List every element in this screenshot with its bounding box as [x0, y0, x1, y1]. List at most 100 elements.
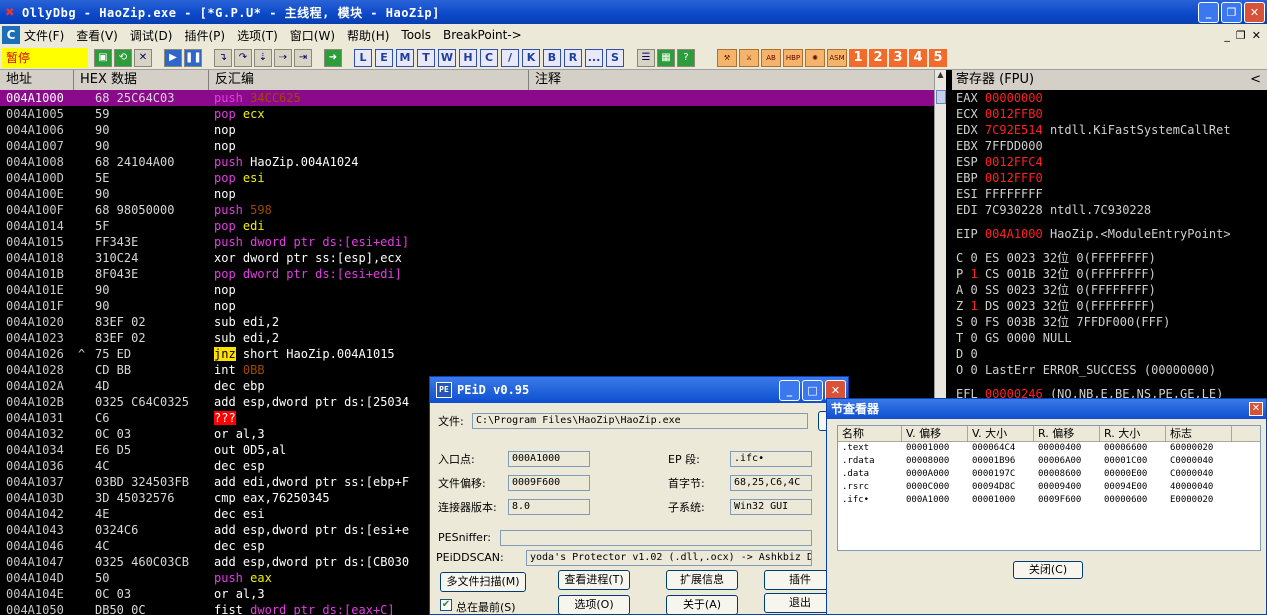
disasm-row[interactable]: 004A101F 90 nop: [0, 298, 934, 314]
disasm-row[interactable]: 004A100E 90 nop: [0, 186, 934, 202]
register-esp[interactable]: ESP 0012FFC4: [952, 154, 1267, 170]
plugin-tool-5-icon[interactable]: ✺: [805, 48, 825, 67]
cpu-window-button[interactable]: C: [480, 48, 498, 67]
step-over-icon[interactable]: ↷: [234, 48, 252, 67]
disasm-row[interactable]: 004A1015 FF343E push dword ptr ds:[esi+edi…: [0, 234, 934, 250]
log-window-button[interactable]: L: [354, 48, 372, 67]
call-stack-window-button[interactable]: K: [522, 48, 540, 67]
pesniffer-field[interactable]: [500, 530, 812, 546]
flag-s[interactable]: S 0 FS 003B 32位 7FFDF000(FFF): [952, 314, 1267, 330]
breakpoints-window-button[interactable]: B: [543, 48, 561, 67]
plugin-tool-2-icon[interactable]: ⚔: [739, 48, 759, 67]
section-row[interactable]: .rsrc 0000C000 00094D8C 00009400 00094E00 400…: [838, 481, 1260, 494]
restore-button[interactable]: ❐: [1221, 1, 1242, 23]
register-eax[interactable]: EAX 00000000: [952, 90, 1267, 106]
goto-icon[interactable]: ➜: [324, 48, 342, 67]
section-col-roffset[interactable]: R. 偏移: [1034, 426, 1100, 441]
flag-d[interactable]: D 0: [952, 346, 1267, 362]
bookmark-1-button[interactable]: 1: [849, 48, 867, 67]
section-close-button[interactable]: 关闭(C): [1013, 561, 1083, 579]
scroll-up-icon[interactable]: ▲: [935, 70, 946, 84]
menu-help[interactable]: 帮助(H): [347, 27, 389, 44]
menu-view[interactable]: 查看(V): [76, 27, 118, 44]
menu-breakpoint[interactable]: BreakPoint->: [443, 28, 522, 42]
handles-window-button[interactable]: H: [459, 48, 477, 67]
plugin-tool-3-icon[interactable]: AB: [761, 48, 781, 67]
run-icon[interactable]: ▶: [164, 48, 182, 67]
disasm-row[interactable]: 004A1023 83EF 02 sub edi,2: [0, 330, 934, 346]
minimize-button[interactable]: _: [1198, 1, 1219, 23]
bookmark-4-button[interactable]: 4: [909, 48, 927, 67]
flag-t[interactable]: T 0 GS 0000 NULL: [952, 330, 1267, 346]
flag-c[interactable]: C 0 ES 0023 32位 0(FFFFFFFF): [952, 250, 1267, 266]
bookmark-3-button[interactable]: 3: [889, 48, 907, 67]
run-trace-window-button[interactable]: ...: [585, 48, 603, 67]
ep-section-field[interactable]: .ifc•: [730, 451, 812, 467]
plugin-tool-1-icon[interactable]: ⚒: [717, 48, 737, 67]
entry-point-field[interactable]: 000A1000: [508, 451, 590, 467]
patches-window-button[interactable]: /: [501, 48, 519, 67]
references-window-button[interactable]: R: [564, 48, 582, 67]
step-into-icon[interactable]: ↴: [214, 48, 232, 67]
open-icon[interactable]: ▣: [94, 48, 112, 67]
multi-scan-button[interactable]: 多文件扫描(M): [440, 572, 526, 592]
column-hex[interactable]: HEX 数据: [74, 70, 209, 90]
section-row[interactable]: .text 00001000 000064C4 00000400 00006600 600…: [838, 442, 1260, 455]
menu-tools[interactable]: Tools: [401, 28, 431, 42]
section-row[interactable]: .ifc• 000A1000 00001000 0009F600 00000600 E00…: [838, 494, 1260, 507]
disasm-row[interactable]: 004A1005 59 pop ecx: [0, 106, 934, 122]
menu-debug[interactable]: 调试(D): [130, 27, 173, 44]
disasm-row[interactable]: 004A100D 5E pop esi: [0, 170, 934, 186]
registers-header[interactable]: 寄存器 (FPU) <: [952, 70, 1267, 90]
register-edi[interactable]: EDI 7C930228 ntdll.7C930228: [952, 202, 1267, 218]
register-ebx[interactable]: EBX 7FFDD000: [952, 138, 1267, 154]
section-list[interactable]: 名称 V. 偏移 V. 大小 R. 偏移 R. 大小 标志 .text 00001…: [837, 425, 1261, 551]
restart-icon[interactable]: ⟲: [114, 48, 132, 67]
mdi-close-icon[interactable]: ✕: [1252, 29, 1261, 42]
section-col-voffset[interactable]: V. 偏移: [902, 426, 968, 441]
peid-maximize-button[interactable]: □: [802, 379, 823, 401]
cpu-window-icon[interactable]: C: [2, 26, 20, 44]
register-eip[interactable]: EIP 004A1000 HaoZip.<ModuleEntryPoint>: [952, 226, 1267, 242]
first-bytes-field[interactable]: 68,25,C6,4C: [730, 475, 812, 491]
trace-into-icon[interactable]: ⇣: [254, 48, 272, 67]
scrollbar-thumb[interactable]: [936, 90, 946, 104]
close-button[interactable]: ✕: [1244, 1, 1265, 23]
list-icon[interactable]: ☰: [637, 48, 655, 67]
hardware-breakpoint-icon[interactable]: HBP: [783, 48, 803, 67]
disasm-row[interactable]: 004A1026 ^ 75 ED jnz short HaoZip.004A1015: [0, 346, 934, 362]
options-button[interactable]: 选项(O): [558, 595, 630, 615]
section-col-rsize[interactable]: R. 大小: [1100, 426, 1166, 441]
about-button[interactable]: 关于(A): [666, 595, 738, 615]
register-ecx[interactable]: ECX 0012FFB0: [952, 106, 1267, 122]
extended-info-button[interactable]: 扩展信息: [666, 570, 738, 590]
section-col-flags[interactable]: 标志: [1166, 426, 1232, 441]
flag-z[interactable]: Z 1 DS 0023 32位 0(FFFFFFFF): [952, 298, 1267, 314]
disasm-row[interactable]: 004A1020 83EF 02 sub edi,2: [0, 314, 934, 330]
trace-over-icon[interactable]: ⇢: [274, 48, 292, 67]
disasm-row[interactable]: 004A1014 5F pop edi: [0, 218, 934, 234]
grid-icon[interactable]: ▦: [657, 48, 675, 67]
disasm-row[interactable]: 004A1008 68 24104A00 push HaoZip.004A1024: [0, 154, 934, 170]
menu-window[interactable]: 窗口(W): [290, 27, 335, 44]
disasm-row[interactable]: 004A1018 310C24 xor dword ptr ss:[esp],ecx: [0, 250, 934, 266]
column-comment[interactable]: 注释: [529, 70, 934, 90]
disasm-row[interactable]: 004A1007 90 nop: [0, 138, 934, 154]
close-program-icon[interactable]: ✕: [134, 48, 152, 67]
section-row[interactable]: .data 0000A000 0000197C 00008600 00000E00 C00…: [838, 468, 1260, 481]
memory-window-button[interactable]: M: [396, 48, 414, 67]
menu-plugins[interactable]: 插件(P): [184, 27, 225, 44]
section-viewer-close-icon[interactable]: ✕: [1249, 402, 1263, 416]
flag-p[interactable]: P 1 CS 001B 32位 0(FFFFFFFF): [952, 266, 1267, 282]
asm-icon[interactable]: ASM: [827, 48, 847, 67]
windows-window-button[interactable]: W: [438, 48, 456, 67]
pause-icon[interactable]: ❚❚: [184, 48, 202, 67]
register-edx[interactable]: EDX 7C92E514 ntdll.KiFastSystemCallRet: [952, 122, 1267, 138]
register-esi[interactable]: ESI FFFFFFFF: [952, 186, 1267, 202]
menu-file[interactable]: 文件(F): [24, 27, 64, 44]
disasm-row[interactable]: 004A100F 68 98050000 push 598: [0, 202, 934, 218]
column-address[interactable]: 地址: [0, 70, 74, 90]
section-col-vsize[interactable]: V. 大小: [968, 426, 1034, 441]
file-offset-field[interactable]: 0009F600: [508, 475, 590, 491]
flag-a[interactable]: A 0 SS 0023 32位 0(FFFFFFFF): [952, 282, 1267, 298]
